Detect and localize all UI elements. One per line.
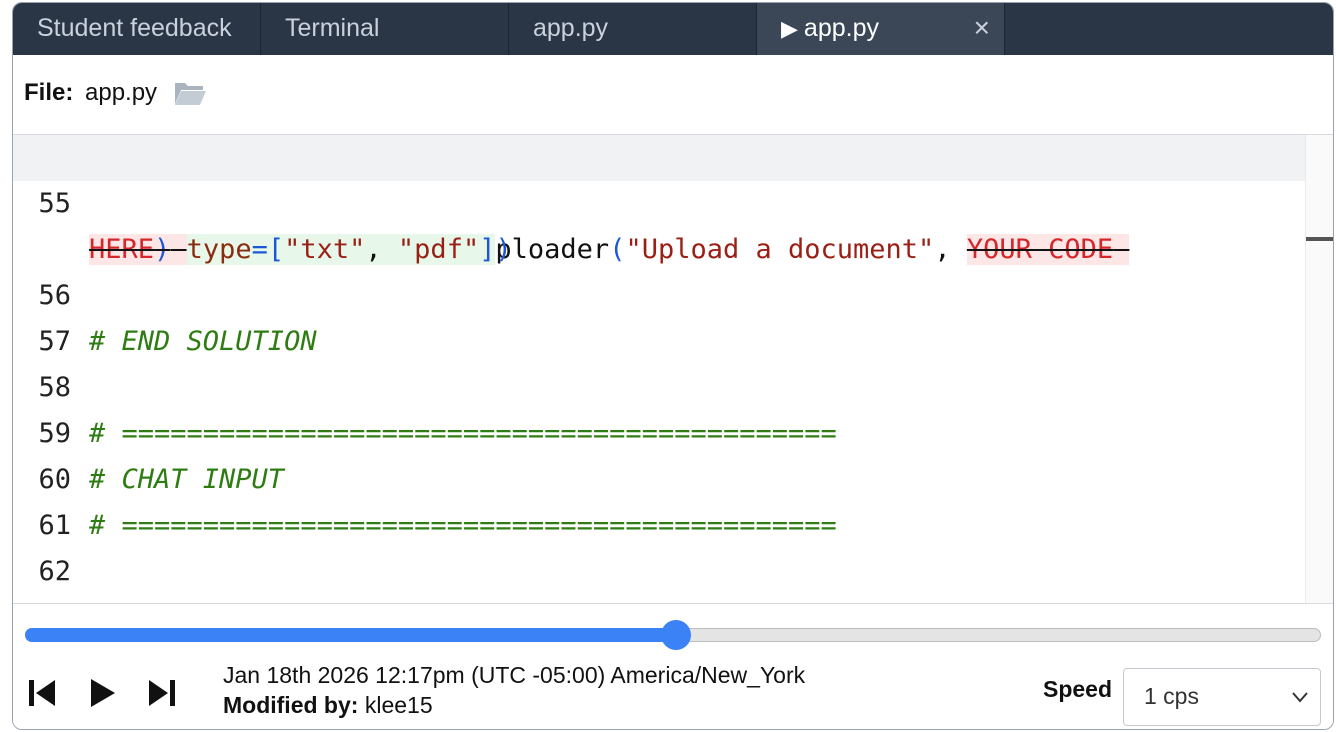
- close-icon[interactable]: ×: [974, 3, 990, 53]
- code-line: 58 # ===================================…: [13, 319, 836, 449]
- code-token: ,: [365, 234, 398, 265]
- play-icon[interactable]: [87, 678, 117, 708]
- line-text: # END SOLUTION: [89, 326, 317, 357]
- code-line: 62 # The chat input is disabled until a …: [13, 503, 1161, 603]
- code-line: 57: [13, 273, 111, 357]
- code-line: 61: [13, 457, 111, 541]
- chevron-down-icon: [1292, 692, 1308, 703]
- deleted-token: ): [154, 234, 171, 265]
- line-text: # ======================================…: [89, 418, 837, 449]
- file-header: File: app.py: [13, 55, 1333, 135]
- modified-by-user: klee15: [364, 692, 433, 718]
- code-token: =: [251, 234, 268, 265]
- playback-panel: Jan 18th 2026 12:17pm (UTC -05:00) Ameri…: [13, 603, 1333, 729]
- code-token: (: [609, 234, 626, 265]
- revision-timestamp: Jan 18th 2026 12:17pm (UTC -05:00) Ameri…: [223, 662, 806, 688]
- line-text: HERE) type=["txt", "pdf"]): [89, 227, 512, 273]
- code-token: ]: [479, 234, 496, 265]
- scrollbar-thumb[interactable]: [1306, 237, 1333, 241]
- code-line: 59 # CHAT INPUT: [13, 365, 284, 495]
- timeline-handle[interactable]: [660, 620, 691, 650]
- code-playback-window: Student feedback Terminal app.py ▶ app.py…: [12, 2, 1334, 730]
- code-line: 60 # ===================================…: [13, 411, 836, 541]
- code-line-continuation: sense because: [13, 549, 300, 603]
- code-token: ): [495, 234, 512, 265]
- modified-by-label: Modified by:: [223, 692, 359, 718]
- code-token: "pdf": [397, 234, 480, 265]
- code-line: 56 # END SOLUTION: [13, 227, 316, 357]
- tab-student-feedback[interactable]: Student feedback: [13, 3, 261, 55]
- tab-label: app.py: [533, 14, 609, 42]
- code-line: 55 uploaded_file = st.file_uploader("Upl…: [13, 135, 1130, 265]
- play-icon: ▶: [781, 16, 798, 41]
- code-scrollbar[interactable]: [1305, 135, 1333, 603]
- line-text: # ======================================…: [89, 510, 837, 541]
- code-token: ,: [934, 234, 967, 265]
- code-token: [: [267, 234, 285, 265]
- code-token: type: [186, 234, 252, 265]
- code-token: "Upload a document": [625, 234, 935, 265]
- speed-label: Speed: [1043, 676, 1113, 702]
- skip-back-icon[interactable]: [27, 678, 57, 708]
- tab-terminal[interactable]: Terminal: [261, 3, 509, 55]
- tab-app-py-playback[interactable]: ▶ app.py ×: [757, 3, 1005, 55]
- modified-by: Modified by: klee15: [223, 692, 433, 719]
- line-text: # CHAT INPUT: [89, 464, 285, 495]
- tab-app-py[interactable]: app.py: [509, 3, 757, 55]
- speed-select[interactable]: 1 cps: [1123, 668, 1321, 726]
- line-text: sense because: [89, 595, 300, 603]
- timeline-progress: [25, 628, 676, 642]
- tab-label: Student feedback: [37, 14, 232, 42]
- inserted-code: type=["txt", "pdf"]: [186, 234, 496, 265]
- folder-icon[interactable]: [173, 78, 207, 108]
- code-editor[interactable]: 55 uploaded_file = st.file_uploader("Upl…: [13, 135, 1305, 603]
- file-name: app.py: [85, 79, 158, 106]
- tab-bar: Student feedback Terminal app.py ▶ app.py…: [13, 3, 1333, 55]
- tab-label: Terminal: [285, 14, 380, 42]
- tab-label: app.py: [803, 14, 879, 42]
- skip-forward-icon[interactable]: [147, 678, 177, 708]
- speed-value: 1 cps: [1144, 683, 1199, 709]
- code-token: "txt": [284, 234, 366, 265]
- current-line-highlight: [13, 135, 1305, 181]
- file-label: File:: [24, 79, 74, 106]
- deleted-token: YOUR CODE: [966, 234, 1114, 265]
- code-line-continuation: HERE) type=["txt", "pdf"]): [13, 181, 512, 265]
